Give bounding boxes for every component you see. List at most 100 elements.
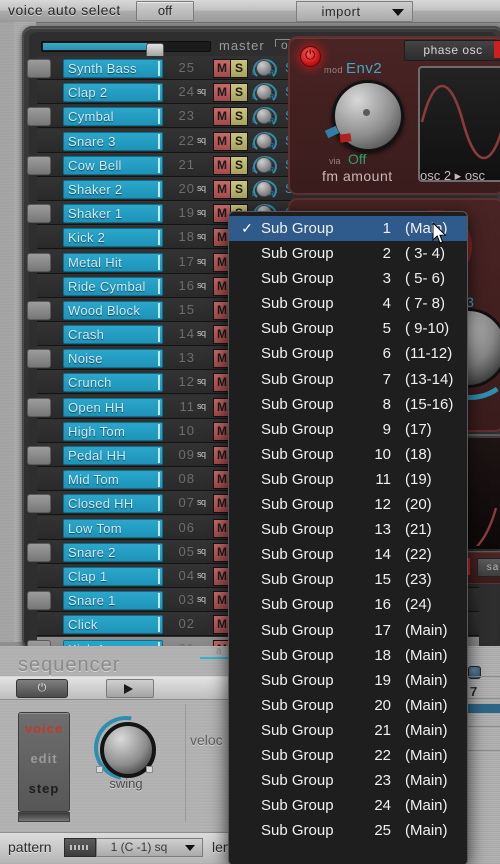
track-name-input[interactable]: High Tom [63, 421, 163, 441]
track-name-input[interactable]: Snare 1 [63, 591, 163, 611]
track-name-input[interactable]: Crunch [63, 373, 163, 393]
track-name-input[interactable]: Synth Bass [63, 59, 163, 78]
pattern-value[interactable]: 1 (C -1) sq [96, 838, 182, 857]
track-name-input[interactable]: Closed HH [63, 494, 163, 514]
chevron-down-icon[interactable] [384, 1, 413, 22]
keyboard-key-button[interactable] [27, 591, 51, 611]
solo-button[interactable]: S [230, 155, 248, 175]
keyboard-key-button[interactable] [27, 494, 51, 514]
track-name-input[interactable]: Click [63, 615, 163, 635]
solo-button[interactable]: S [230, 107, 248, 127]
track-name-input[interactable]: Wood Block [63, 300, 163, 320]
menu-item[interactable]: Sub Group 2 ( 3- 4) [229, 241, 467, 266]
menu-item[interactable]: Sub Group 20 (Main) [229, 693, 467, 718]
menu-item[interactable]: Sub Group 18 (Main) [229, 643, 467, 668]
master-slider[interactable] [41, 41, 211, 59]
keyboard-key-button[interactable] [27, 349, 51, 369]
track-name-input[interactable]: Shaker 2 [63, 179, 163, 199]
menu-item[interactable]: Sub Group 3 ( 5- 6) [229, 266, 467, 291]
sub-group-dropdown-menu[interactable]: ✓ Sub Group 1 (Main) Sub Group 2( 3- 4) Sub Gr… [228, 211, 468, 864]
menu-item[interactable]: Sub Group 24 (Main) [229, 793, 467, 818]
menu-item[interactable]: Sub Group 11 (19) [229, 467, 467, 492]
keyboard-key-button[interactable] [27, 107, 51, 127]
track-name-input[interactable]: Pedal HH [63, 446, 163, 465]
track-name-input[interactable]: Snare 3 [63, 131, 163, 151]
import-button[interactable]: import [296, 1, 386, 22]
menu-item[interactable]: Sub Group 8 (15-16) [229, 392, 467, 417]
menu-item[interactable]: Sub Group 19 (Main) [229, 668, 467, 693]
keyboard-key-button[interactable] [27, 300, 51, 320]
chevron-down-icon-pattern[interactable] [180, 838, 203, 857]
track-name-input[interactable]: Crash [63, 325, 163, 345]
menu-item[interactable]: Sub Group 5 ( 9-10) [229, 316, 467, 341]
keyboard-key-button[interactable] [27, 397, 51, 417]
track-name-input[interactable]: Cow Bell [63, 155, 163, 175]
mute-button[interactable]: M [213, 59, 231, 78]
menu-item[interactable]: Sub Group 13 (21) [229, 517, 467, 542]
mute-button[interactable]: M [213, 179, 231, 199]
menu-item[interactable]: Sub Group 6 (11-12) [229, 341, 467, 366]
menu-item[interactable]: Sub Group 17 (Main) [229, 618, 467, 643]
menu-item[interactable]: Sub Group 4 ( 7- 8) [229, 291, 467, 316]
play-icon[interactable] [106, 679, 154, 698]
mode-edit-label[interactable]: edit [19, 751, 69, 766]
track-name-input[interactable]: Low Tom [63, 518, 163, 538]
mute-button[interactable]: M [213, 107, 231, 127]
track-name-input[interactable]: Ride Cymbal [63, 276, 163, 296]
power-icon-sequencer[interactable]: ⏻ [16, 679, 68, 698]
phase-osc-tab[interactable]: phase osc [404, 40, 500, 61]
track-name-input[interactable]: Noise [63, 349, 163, 369]
menu-item[interactable]: ✓ Sub Group 1 (Main) [229, 216, 467, 242]
mute-button[interactable]: M [213, 131, 231, 151]
menu-item[interactable]: Sub Group 9 (17) [229, 417, 467, 442]
keyboard-key-button[interactable] [27, 542, 51, 562]
solo-button[interactable]: S [230, 131, 248, 151]
track-name-input[interactable]: Clap 2 [63, 83, 163, 103]
menu-item[interactable]: Sub Group 12 (20) [229, 492, 467, 517]
keyboard-key-button[interactable] [27, 446, 51, 465]
menu-item[interactable]: Sub Group 23 (Main) [229, 768, 467, 793]
track-name-input[interactable]: Cymbal [63, 107, 163, 127]
menu-item[interactable]: Sub Group 14 (22) [229, 542, 467, 567]
menu-item[interactable]: Sub Group 7 (13-14) [229, 367, 467, 392]
mode-voice-label[interactable]: voice [19, 721, 69, 736]
keyboard-key-button[interactable] [27, 252, 51, 272]
track-name-input[interactable]: Mid Tom [63, 470, 163, 490]
keyboard-key-button[interactable] [27, 204, 51, 224]
track-name-input[interactable]: Snare 2 [63, 542, 163, 562]
waveform-display[interactable] [418, 66, 500, 182]
menu-item[interactable]: Sub Group 25 (Main) [229, 818, 467, 843]
pan-knob[interactable]: LR [252, 58, 277, 80]
menu-item[interactable]: Sub Group 16 (24) [229, 592, 467, 617]
pattern-grip-handle[interactable] [64, 838, 96, 857]
menu-item[interactable]: Sub Group 21 (Main) [229, 718, 467, 743]
track-name-input[interactable]: Open HH [63, 397, 163, 417]
solo-button[interactable]: S [230, 83, 248, 103]
power-icon[interactable] [300, 46, 321, 67]
menu-item[interactable]: Sub Group 22 (Main) [229, 743, 467, 768]
solo-button[interactable]: S [230, 179, 248, 199]
keyboard-key-button[interactable] [27, 155, 51, 175]
pan-knob[interactable]: LR [252, 82, 277, 105]
mode-step-label[interactable]: step [19, 781, 69, 796]
step-dot-indicator[interactable] [468, 666, 481, 679]
mute-button[interactable]: M [213, 155, 231, 175]
menu-item[interactable]: Sub Group 10 (18) [229, 442, 467, 467]
mode-selector[interactable]: voice edit step [18, 712, 70, 812]
mod-source-value[interactable]: Env2 [346, 60, 382, 77]
track-name-input[interactable]: Shaker 1 [63, 204, 163, 224]
pan-knob[interactable]: LR [252, 131, 277, 153]
solo-button[interactable]: S [230, 59, 248, 78]
via-value[interactable]: Off [348, 151, 366, 167]
voice-auto-select-value[interactable]: off [136, 1, 194, 21]
track-name-input[interactable]: Clap 1 [63, 566, 163, 586]
pan-knob[interactable]: LR [252, 179, 277, 201]
track-name-input[interactable]: Metal Hit [63, 252, 163, 272]
sa-button[interactable]: sa [477, 558, 500, 577]
pan-knob[interactable]: LR [252, 106, 277, 129]
pan-knob[interactable]: LR [252, 155, 277, 177]
mute-button[interactable]: M [213, 83, 231, 103]
menu-item[interactable]: Sub Group 15 (23) [229, 567, 467, 592]
track-name-input[interactable]: Kick 2 [63, 228, 163, 248]
keyboard-key-button[interactable] [27, 59, 51, 78]
